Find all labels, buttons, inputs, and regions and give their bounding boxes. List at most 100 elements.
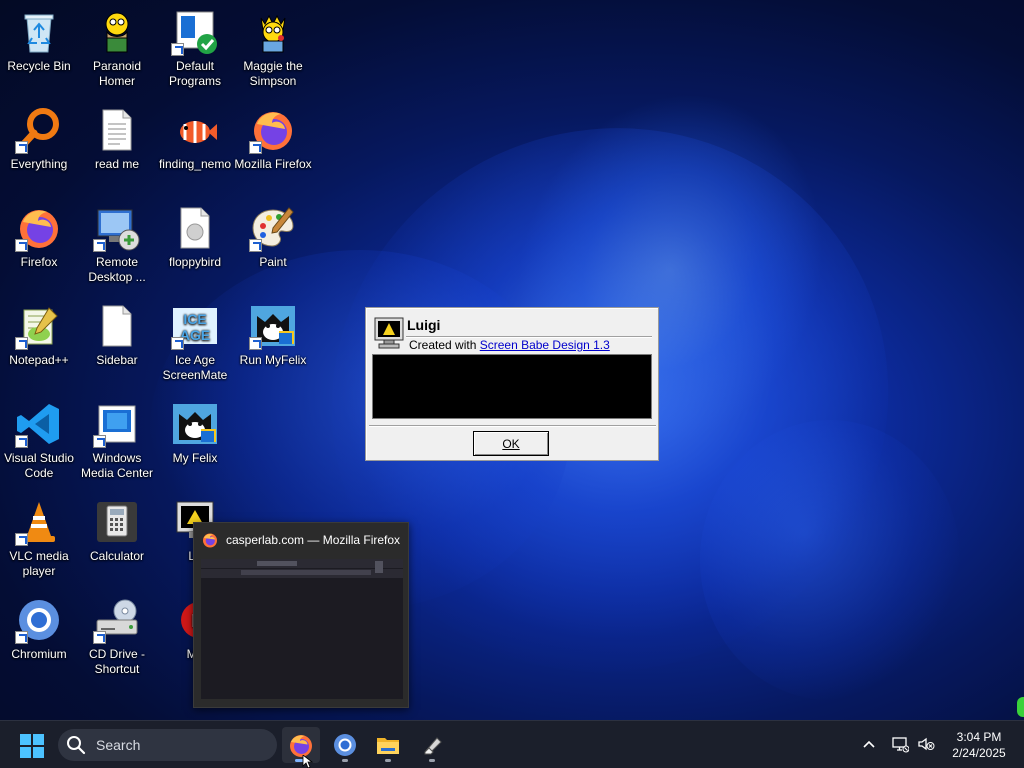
desktop-icon-read-me[interactable]: read me bbox=[78, 100, 156, 196]
desktop-icon-cd-drive[interactable]: CD Drive - Shortcut bbox=[78, 590, 156, 686]
show-hidden-icons-button[interactable] bbox=[858, 733, 880, 755]
notepad-plus-plus-icon bbox=[15, 302, 63, 350]
desktop-icon-label: Run MyFelix bbox=[239, 353, 307, 367]
clock-date: 2/24/2025 bbox=[952, 746, 1006, 760]
desktop-icon-label: read me bbox=[94, 157, 140, 171]
thumbnail-urlbar bbox=[241, 570, 371, 575]
wallpaper-bloom bbox=[700, 420, 960, 700]
desktop-icon-label: My Felix bbox=[172, 451, 218, 465]
desktop-icon-label: Recycle Bin bbox=[7, 59, 71, 73]
chromium-icon bbox=[15, 596, 63, 644]
firefox-icon bbox=[203, 533, 217, 548]
desktop-icon-vlc[interactable]: VLC media player bbox=[0, 492, 78, 588]
running-indicator bbox=[342, 759, 348, 762]
desktop-icon-mozilla-firefox[interactable]: Mozilla Firefox bbox=[234, 100, 312, 196]
desktop-icon-label: Chromium bbox=[11, 647, 67, 661]
desktop-icon-paranoid-homer[interactable]: Paranoid Homer bbox=[78, 2, 156, 98]
start-button[interactable] bbox=[20, 734, 44, 758]
file-explorer-icon bbox=[377, 738, 399, 754]
nemo-fish-icon bbox=[171, 106, 219, 154]
desktop-icon-label: Paranoid Homer bbox=[92, 59, 142, 88]
edge-widget-tab[interactable] bbox=[1017, 697, 1024, 717]
desktop-icon-label: Calculator bbox=[89, 549, 145, 563]
text-file-icon bbox=[93, 106, 141, 154]
windows-logo-icon bbox=[20, 734, 44, 758]
desktop-icon-ice-age-screenmate[interactable]: ICE AGE Ice Age ScreenMate bbox=[156, 296, 234, 392]
desktop-icon-run-myfelix[interactable]: Run MyFelix bbox=[234, 296, 312, 392]
chromium-icon bbox=[334, 734, 356, 756]
desktop-icon-remote-desktop[interactable]: Remote Desktop ... bbox=[78, 198, 156, 294]
running-indicator bbox=[385, 759, 391, 762]
homer-icon bbox=[93, 8, 141, 56]
credit-prefix: Created with bbox=[409, 338, 477, 352]
thumbnail-tabbar bbox=[201, 559, 403, 568]
desktop-icon-calculator[interactable]: Calculator bbox=[78, 492, 156, 588]
desktop-icon-notepad-plus-plus[interactable]: Notepad++ bbox=[0, 296, 78, 392]
recycle-bin-icon bbox=[15, 8, 63, 56]
volume-status[interactable] bbox=[915, 733, 937, 755]
screen-babe-link[interactable]: Screen Babe Design 1.3 bbox=[480, 338, 610, 352]
vscode-icon bbox=[15, 400, 63, 448]
html-file-icon bbox=[171, 204, 219, 252]
firefox-window-preview[interactable]: casperlab.com — Mozilla Firefox bbox=[193, 522, 409, 708]
taskbar-firefox[interactable] bbox=[282, 727, 320, 763]
dialog-logo bbox=[374, 317, 404, 349]
vlc-icon bbox=[15, 498, 63, 546]
chevron-up-icon bbox=[863, 740, 875, 748]
dialog-title: Luigi bbox=[407, 317, 441, 333]
taskbar-search-box[interactable]: Search bbox=[58, 729, 277, 761]
network-status[interactable] bbox=[889, 733, 911, 755]
desktop-icon-label: floppybird bbox=[168, 255, 222, 269]
desktop-icon-label: VLC media player bbox=[9, 549, 69, 578]
desktop-icon-label: CD Drive - Shortcut bbox=[89, 647, 145, 676]
paint-palette-icon bbox=[249, 204, 297, 252]
desktop-icon-recycle-bin[interactable]: Recycle Bin bbox=[0, 2, 78, 98]
desktop-icon-label: Notepad++ bbox=[9, 353, 69, 367]
desktop-icon-my-felix[interactable]: My Felix bbox=[156, 394, 234, 490]
firefox-icon bbox=[249, 106, 297, 154]
desktop-icon-label: finding_nemo bbox=[158, 157, 232, 171]
default-programs-icon bbox=[171, 8, 219, 56]
desktop-icon-everything[interactable]: Everything bbox=[0, 100, 78, 196]
desktop-icon-finding-nemo[interactable]: finding_nemo bbox=[156, 100, 234, 196]
desktop-icon-label: Visual Studio Code bbox=[4, 451, 74, 480]
dialog-display-area bbox=[372, 354, 652, 419]
desktop-icon-chromium[interactable]: Chromium bbox=[0, 590, 78, 686]
desktop-icon-label: Everything bbox=[10, 157, 68, 171]
desktop-icon-maggie-the-simpson[interactable]: Maggie the Simpson bbox=[234, 2, 312, 98]
desktop-icon-floppybird[interactable]: floppybird bbox=[156, 198, 234, 294]
desktop-icon-firefox[interactable]: Firefox bbox=[0, 198, 78, 294]
desktop-icon-visual-studio-code[interactable]: Visual Studio Code bbox=[0, 394, 78, 490]
calculator-icon bbox=[93, 498, 141, 546]
running-indicator bbox=[429, 759, 435, 762]
luigi-dialog: Luigi Created with Screen Babe Design 1.… bbox=[365, 307, 659, 461]
network-icon bbox=[892, 737, 909, 753]
clock-time: 3:04 PM bbox=[956, 730, 1002, 744]
desktop-icon-default-programs[interactable]: Default Programs bbox=[156, 2, 234, 98]
desktop-icon-label: Sidebar bbox=[96, 353, 138, 367]
taskbar-file-explorer[interactable] bbox=[369, 727, 407, 763]
taskbar-eraser-app[interactable] bbox=[413, 727, 451, 763]
thumbnail-tab bbox=[257, 561, 297, 566]
taskbar-chromium[interactable] bbox=[326, 727, 364, 763]
desktop-icon-windows-media-center[interactable]: Windows Media Center bbox=[78, 394, 156, 490]
eraser-app-icon bbox=[424, 737, 442, 755]
desktop-icon-label: Paint bbox=[259, 255, 287, 269]
dialog-divider bbox=[369, 425, 656, 427]
media-center-icon bbox=[93, 400, 141, 448]
ice-age-icon: ICE AGE bbox=[171, 302, 219, 350]
preview-thumbnail[interactable] bbox=[201, 559, 403, 699]
svg-text:ICE: ICE bbox=[183, 311, 206, 327]
search-label: Search bbox=[96, 737, 141, 753]
system-clock[interactable]: 3:04 PM 2/24/2025 bbox=[944, 729, 1014, 761]
desktop-icon-label: Remote Desktop ... bbox=[88, 255, 146, 284]
desktop-icon-label: Ice Age ScreenMate bbox=[162, 353, 228, 382]
felix-cat-icon bbox=[171, 400, 219, 448]
everything-icon bbox=[15, 106, 63, 154]
ok-button[interactable]: OK bbox=[473, 431, 549, 456]
desktop-icon-paint[interactable]: Paint bbox=[234, 198, 312, 294]
volume-muted-icon bbox=[918, 737, 935, 751]
cd-drive-icon bbox=[93, 596, 141, 644]
preview-app-icon bbox=[202, 532, 218, 548]
desktop-icon-sidebar[interactable]: Sidebar bbox=[78, 296, 156, 392]
